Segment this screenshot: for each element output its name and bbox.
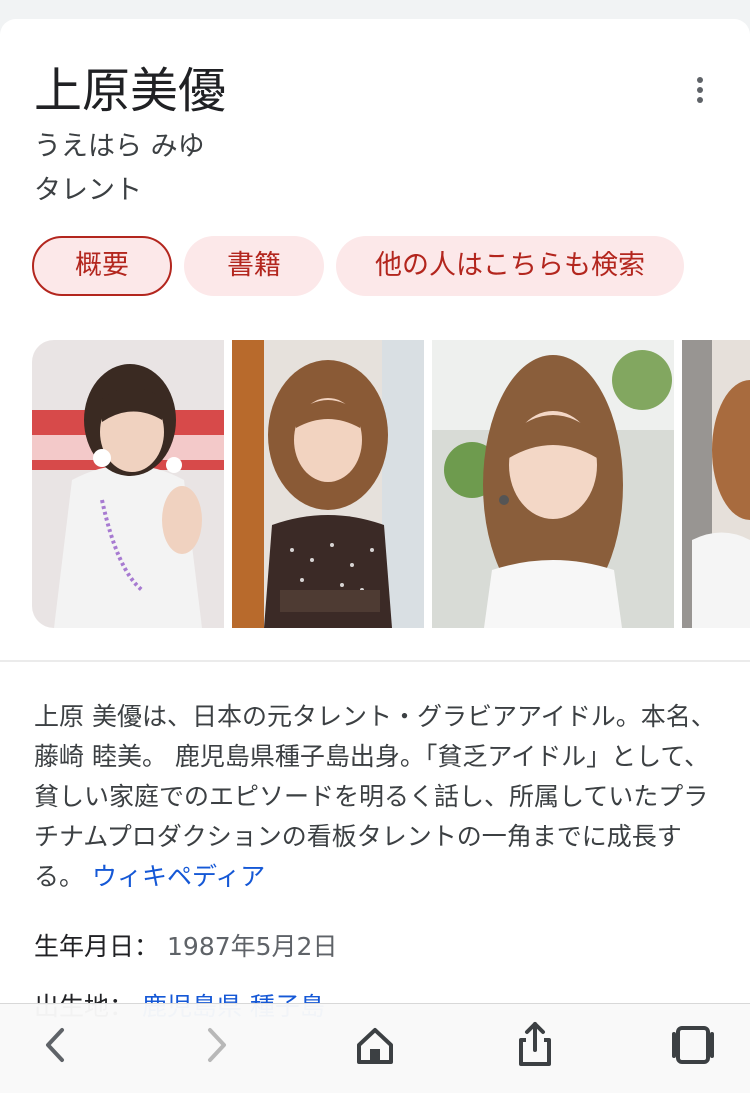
birthdate-label: 生年月日： — [34, 932, 160, 961]
wikipedia-link[interactable]: ウィキペディア — [92, 862, 265, 891]
entity-category: タレント — [34, 175, 142, 206]
back-icon[interactable] — [28, 1018, 82, 1072]
entity-title: 上原美優 — [34, 63, 227, 119]
entity-reading: うえはら みゆ — [34, 131, 205, 162]
photo-2[interactable] — [232, 340, 424, 628]
chip-books[interactable]: 書籍 — [184, 236, 324, 296]
photo-carousel[interactable] — [32, 340, 750, 628]
share-icon[interactable] — [508, 1018, 562, 1072]
divider — [0, 660, 750, 662]
birthdate-value: 1987年5月2日 — [167, 932, 338, 961]
chip-overview[interactable]: 概要 — [32, 236, 172, 296]
forward-icon[interactable] — [190, 1018, 244, 1072]
knowledge-panel: 上原美優 うえはら みゆ タレント 概要 書籍 他の人はこちらも検索 上原 美優… — [0, 19, 750, 1092]
tabs-icon[interactable] — [666, 1018, 720, 1072]
fact-birthdate: 生年月日： 1987年5月2日 — [34, 927, 337, 967]
chip-people-also-search[interactable]: 他の人はこちらも検索 — [336, 236, 684, 296]
home-icon[interactable] — [348, 1018, 402, 1072]
description: 上原 美優は、日本の元タレント・グラビアアイドル。本名、藤崎 睦美。 鹿児島県種… — [34, 697, 722, 897]
photo-4[interactable] — [682, 340, 750, 628]
photo-3[interactable] — [432, 340, 674, 628]
photo-1[interactable] — [32, 340, 224, 628]
browser-toolbar — [0, 1003, 750, 1093]
more-options-icon[interactable] — [690, 75, 710, 105]
